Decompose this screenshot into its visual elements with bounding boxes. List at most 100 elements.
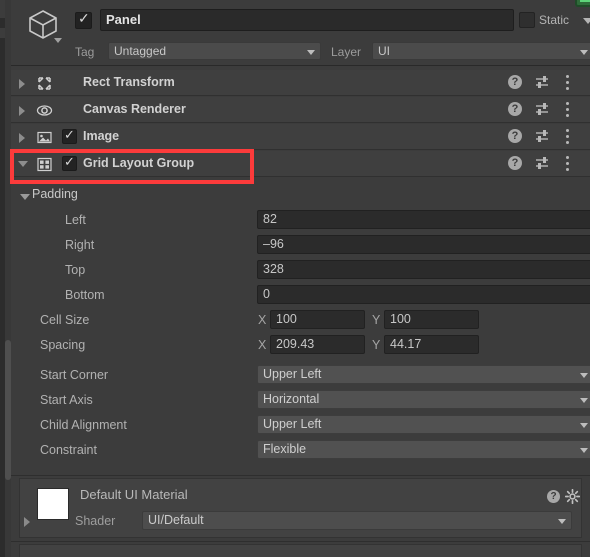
- layer-dropdown[interactable]: UI: [372, 42, 590, 60]
- preset-icon[interactable]: [535, 102, 551, 117]
- component-row-icons: ?: [504, 155, 584, 173]
- component-header-rect-transform[interactable]: Rect Transform ?: [11, 70, 590, 96]
- component-enabled-checkbox[interactable]: ✓: [62, 154, 77, 171]
- start-corner-value: Upper Left: [263, 367, 322, 381]
- edge-strip-top: [0, 0, 5, 18]
- shader-dropdown[interactable]: UI/Default: [142, 511, 572, 530]
- green-status-bar: [580, 0, 590, 2]
- grid-layout-group-properties: Padding Left 82 Right –96 Top 328 Bottom…: [11, 186, 590, 475]
- padding-right-input[interactable]: –96: [257, 235, 590, 254]
- tag-dropdown[interactable]: Untagged: [108, 42, 321, 60]
- padding-section-label: Padding: [32, 187, 78, 201]
- cell-size-label: Cell Size: [40, 313, 90, 327]
- chevron-down-icon: [580, 398, 588, 403]
- tag-value: Untagged: [114, 44, 167, 58]
- cell-size-y-input[interactable]: 100: [384, 310, 479, 329]
- padding-bottom-input[interactable]: 0: [257, 285, 590, 304]
- component-enabled-checkbox[interactable]: ✓: [62, 127, 77, 144]
- spacing-x-input[interactable]: 209.43: [270, 335, 365, 354]
- chevron-down-icon: [580, 373, 588, 378]
- edge-strip-mid: [0, 28, 5, 38]
- material-separator: [11, 475, 590, 476]
- padding-foldout-icon[interactable]: [20, 194, 30, 200]
- component-row-icons: ?: [504, 128, 584, 146]
- tag-label: Tag: [75, 45, 95, 59]
- help-icon[interactable]: ?: [547, 490, 560, 503]
- checkmark-icon: ✓: [78, 10, 90, 26]
- material-foldout-icon[interactable]: [24, 517, 30, 527]
- bottom-inner-panel: [19, 544, 582, 557]
- start-corner-dropdown[interactable]: Upper Left: [257, 365, 590, 384]
- material-color-swatch[interactable]: [37, 488, 69, 520]
- padding-left-label: Left: [65, 213, 86, 227]
- cube-icon[interactable]: [26, 7, 60, 41]
- chevron-down-icon: [307, 50, 315, 55]
- foldout-arrow-icon[interactable]: [19, 133, 25, 143]
- padding-bottom-label: Bottom: [65, 288, 105, 302]
- shader-label: Shader: [75, 514, 116, 528]
- padding-top-input[interactable]: 328: [257, 260, 590, 279]
- eye-icon: [36, 102, 53, 119]
- chevron-down-icon: [558, 519, 566, 524]
- spacing-y-axis-label: Y: [372, 338, 381, 352]
- chevron-down-icon: [580, 448, 588, 453]
- component-header-image[interactable]: ✓ Image ?: [11, 124, 590, 150]
- static-checkbox[interactable]: [519, 12, 535, 28]
- constraint-label: Constraint: [40, 443, 97, 457]
- image-icon: [36, 129, 53, 146]
- static-dropdown-caret[interactable]: [583, 18, 590, 24]
- preset-icon[interactable]: [535, 156, 551, 171]
- component-header-canvas-renderer[interactable]: Canvas Renderer ?: [11, 97, 590, 123]
- spacing-x-axis-label: X: [258, 338, 267, 352]
- component-row-icons: ?: [504, 101, 584, 119]
- cell-size-y-axis-label: Y: [372, 313, 381, 327]
- layer-label: Layer: [331, 45, 362, 59]
- padding-left-input[interactable]: 82: [257, 210, 590, 229]
- static-label: Static: [539, 13, 570, 27]
- help-icon[interactable]: ?: [508, 102, 522, 116]
- help-icon[interactable]: ?: [508, 156, 522, 170]
- kebab-menu-icon[interactable]: [566, 102, 570, 117]
- chevron-down-icon: [580, 423, 588, 428]
- start-corner-label: Start Corner: [40, 368, 109, 382]
- start-axis-dropdown[interactable]: Horizontal: [257, 390, 590, 409]
- preset-icon[interactable]: [535, 75, 551, 90]
- cell-size-x-axis-label: X: [258, 313, 267, 327]
- gameobject-enabled-checkbox[interactable]: ✓: [75, 10, 92, 29]
- kebab-menu-icon[interactable]: [566, 129, 570, 144]
- constraint-dropdown[interactable]: Flexible: [257, 440, 590, 459]
- component-name: Grid Layout Group: [83, 156, 195, 170]
- material-preview-block: Default UI Material ? Shader UI/Default: [19, 478, 582, 538]
- foldout-arrow-icon[interactable]: [18, 161, 28, 167]
- help-icon[interactable]: ?: [508, 129, 522, 143]
- help-icon[interactable]: ?: [508, 75, 522, 89]
- spacing-label: Spacing: [40, 338, 86, 352]
- component-header-grid-layout-group[interactable]: ✓ Grid Layout Group ?: [11, 151, 590, 177]
- kebab-menu-icon[interactable]: [566, 156, 570, 171]
- cell-size-x-input[interactable]: 100: [270, 310, 365, 329]
- foldout-arrow-icon[interactable]: [19, 106, 25, 116]
- spacing-y-input[interactable]: 44.17: [384, 335, 479, 354]
- kebab-menu-icon[interactable]: [566, 75, 570, 90]
- child-alignment-value: Upper Left: [263, 417, 322, 431]
- icon-dropdown-caret[interactable]: [54, 38, 62, 43]
- gameobject-name-input[interactable]: Panel: [100, 9, 514, 31]
- child-alignment-label: Child Alignment: [40, 418, 127, 432]
- start-axis-label: Start Axis: [40, 393, 93, 407]
- chevron-down-icon: [580, 50, 588, 55]
- foldout-arrow-icon[interactable]: [19, 79, 25, 89]
- padding-top-label: Top: [65, 263, 86, 277]
- child-alignment-dropdown[interactable]: Upper Left: [257, 415, 590, 434]
- material-name: Default UI Material: [80, 487, 188, 502]
- grid-layout-icon: [36, 156, 53, 173]
- component-name: Rect Transform: [83, 75, 175, 89]
- padding-right-label: Right: [65, 238, 95, 252]
- checkmark-icon: ✓: [64, 154, 75, 169]
- checkmark-icon: ✓: [64, 127, 75, 142]
- preset-icon[interactable]: [535, 129, 551, 144]
- rect-transform-icon: [36, 75, 53, 92]
- gear-icon[interactable]: [564, 488, 581, 505]
- green-status-icon: [575, 0, 590, 7]
- component-name: Canvas Renderer: [83, 102, 186, 116]
- component-row-icons: ?: [504, 74, 584, 92]
